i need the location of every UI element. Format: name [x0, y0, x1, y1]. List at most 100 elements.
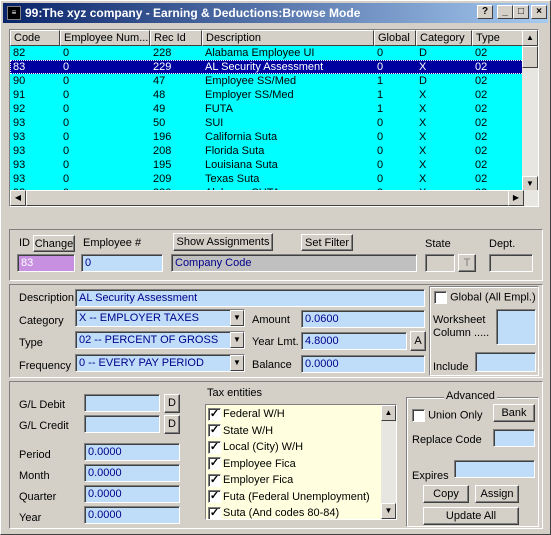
- tax-entities-label: Tax entities: [207, 387, 263, 399]
- column-header-code[interactable]: Code: [10, 30, 60, 46]
- type-select[interactable]: 02 -- PERCENT OF GROSS ▼: [75, 331, 245, 349]
- state-field[interactable]: [425, 254, 455, 272]
- month-field[interactable]: 0.0000: [84, 464, 180, 482]
- global-checkbox[interactable]: [434, 291, 447, 304]
- dept-field[interactable]: [489, 254, 533, 272]
- column-header-employee-num[interactable]: Employee Num...: [60, 30, 150, 46]
- tax-entity-item[interactable]: ✓ Federal W/H: [208, 406, 285, 422]
- tax-entity-checkbox[interactable]: ✓: [208, 424, 221, 438]
- column-header-global[interactable]: Global: [374, 30, 416, 46]
- records-grid[interactable]: Code Employee Num... Rec Id Description …: [9, 29, 539, 207]
- state-lookup-button[interactable]: T: [458, 254, 476, 272]
- gl-debit-lookup-button[interactable]: D: [164, 394, 180, 413]
- tax-entity-checkbox[interactable]: ✓: [208, 407, 221, 421]
- tax-entity-checkbox[interactable]: ✓: [208, 440, 221, 454]
- quarter-field[interactable]: 0.0000: [84, 485, 180, 503]
- hscroll-thumb[interactable]: [26, 190, 510, 206]
- cell-global: 1: [377, 103, 384, 115]
- scroll-up-icon[interactable]: ▲: [522, 30, 538, 46]
- category-select[interactable]: X -- EMPLOYER TAXES ▼: [75, 309, 245, 327]
- table-row[interactable]: 92 0 49 FUTA 1 X 02: [10, 102, 530, 116]
- scroll-thumb[interactable]: [522, 46, 538, 68]
- scroll-down-icon[interactable]: ▼: [381, 503, 396, 519]
- global-checkbox-row[interactable]: Global (All Empl.): [434, 291, 536, 304]
- assign-button[interactable]: Assign: [475, 485, 519, 503]
- copy-button[interactable]: Copy: [423, 485, 469, 503]
- table-row[interactable]: 82 0 228 Alabama Employee UI 0 D 02: [10, 46, 530, 60]
- tax-entity-item[interactable]: ✓ Local (City) W/H: [208, 439, 303, 455]
- year-limit-button[interactable]: A: [410, 331, 426, 351]
- scroll-left-icon[interactable]: ◀: [10, 190, 26, 206]
- union-only-row[interactable]: Union Only: [412, 409, 482, 422]
- table-row[interactable]: 93 0 50 SUI 0 X 02: [10, 116, 530, 130]
- type-label: Type: [19, 337, 43, 349]
- bank-button[interactable]: Bank: [493, 404, 535, 422]
- minimize-button[interactable]: _: [497, 5, 513, 19]
- update-all-button[interactable]: Update All: [423, 507, 519, 525]
- tax-entity-checkbox[interactable]: ✓: [208, 457, 221, 471]
- column-header-category[interactable]: Category: [416, 30, 472, 46]
- help-button[interactable]: ?: [477, 5, 493, 19]
- app-icon[interactable]: ≡: [7, 6, 21, 20]
- cell-rec-id: 208: [153, 145, 172, 157]
- quarter-label: Quarter: [19, 491, 57, 503]
- tax-entity-item[interactable]: ✓ Suta (And codes 80-84): [208, 505, 339, 519]
- tax-entity-checkbox[interactable]: ✓: [208, 490, 221, 504]
- gl-credit-lookup-button[interactable]: D: [164, 415, 180, 434]
- year-limit-field[interactable]: 4.8000: [301, 332, 407, 350]
- table-row[interactable]: 93 0 209 Texas Suta 0 X 02: [10, 172, 530, 186]
- table-row[interactable]: 93 0 195 Louisiana Suta 0 X 02: [10, 158, 530, 172]
- year-limit-label: Year Lmt.: [252, 336, 299, 348]
- worksheet-column-field[interactable]: [496, 309, 536, 345]
- table-row[interactable]: 91 0 48 Employer SS/Med 1 X 02: [10, 88, 530, 102]
- scroll-up-icon[interactable]: ▲: [381, 405, 396, 421]
- cell-rec-id: 48: [153, 89, 166, 101]
- tax-list-scrollbar[interactable]: ▲ ▼: [381, 405, 396, 519]
- tax-entity-checkbox[interactable]: ✓: [208, 506, 221, 519]
- gl-debit-field[interactable]: [84, 394, 160, 412]
- tax-entity-label: State W/H: [223, 424, 274, 437]
- change-button[interactable]: Change: [33, 235, 75, 252]
- cell-description: FUTA: [205, 103, 233, 115]
- column-header-rec-id[interactable]: Rec Id: [150, 30, 202, 46]
- cell-employee-num: 0: [63, 89, 70, 101]
- tax-entities-list[interactable]: ✓ Federal W/H ✓ State W/H ✓ Local (City) W/H ✓…: [205, 404, 397, 520]
- table-row[interactable]: 93 0 196 California Suta 0 X 02: [10, 130, 530, 144]
- table-row[interactable]: 93 0 208 Florida Suta 0 X 02: [10, 144, 530, 158]
- chevron-down-icon[interactable]: ▼: [230, 332, 244, 348]
- tax-entity-item[interactable]: ✓ Employee Fica: [208, 456, 296, 472]
- period-field[interactable]: 0.0000: [84, 443, 180, 461]
- tax-entity-item[interactable]: ✓ Employer Fica: [208, 472, 293, 488]
- column-header-description[interactable]: Description: [202, 30, 374, 46]
- chevron-down-icon[interactable]: ▼: [230, 355, 244, 371]
- year-field[interactable]: 0.0000: [84, 506, 180, 524]
- amount-field[interactable]: 0.0600: [301, 310, 425, 328]
- maximize-button[interactable]: □: [513, 5, 529, 19]
- description-field[interactable]: AL Security Assessment: [75, 289, 425, 307]
- tax-entity-item[interactable]: ✓ Futa (Federal Unemployment): [208, 489, 370, 505]
- table-row[interactable]: 83 0 229 AL Security Assessment 0 X 02: [10, 60, 530, 74]
- scroll-right-icon[interactable]: ▶: [508, 190, 524, 206]
- employee-field[interactable]: 0: [81, 254, 163, 272]
- tax-entity-item[interactable]: ✓ State W/H: [208, 423, 273, 439]
- replace-code-field[interactable]: [493, 429, 535, 447]
- id-field[interactable]: 83: [17, 254, 75, 272]
- grid-horizontal-scrollbar[interactable]: ◀ ▶: [10, 190, 538, 206]
- balance-field[interactable]: 0.0000: [301, 355, 425, 373]
- chevron-down-icon[interactable]: ▼: [230, 310, 244, 326]
- set-filter-button[interactable]: Set Filter: [301, 234, 353, 251]
- include-field[interactable]: [475, 352, 536, 372]
- expires-field[interactable]: [454, 460, 535, 478]
- gl-credit-field[interactable]: [84, 415, 160, 433]
- title-bar[interactable]: ≡ 99:The xyz company - Earning & Deducti…: [3, 3, 548, 23]
- frequency-select[interactable]: 0 -- EVERY PAY PERIOD ▼: [75, 354, 245, 372]
- cell-code: 90: [13, 75, 26, 87]
- employee-label: Employee #: [83, 237, 142, 249]
- company-code-field[interactable]: Company Code: [171, 254, 417, 272]
- table-row[interactable]: 90 0 47 Employee SS/Med 1 D 02: [10, 74, 530, 88]
- grid-vertical-scrollbar[interactable]: ▲ ▼: [522, 30, 538, 206]
- tax-entity-checkbox[interactable]: ✓: [208, 473, 221, 487]
- union-only-checkbox[interactable]: [412, 409, 425, 422]
- show-assignments-button[interactable]: Show Assignments: [173, 233, 273, 251]
- close-button[interactable]: ×: [531, 5, 547, 19]
